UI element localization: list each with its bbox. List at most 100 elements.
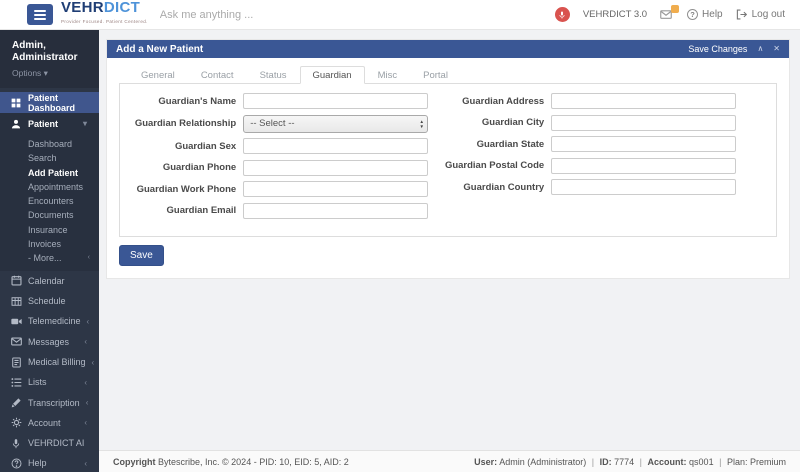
sidebar-item-telemedicine[interactable]: Telemedicine ‹	[0, 311, 99, 331]
user-options-dropdown[interactable]: Options ▾	[12, 68, 87, 79]
microphone-icon	[556, 11, 568, 19]
messages-button[interactable]	[660, 4, 680, 21]
sidebar-item-documents[interactable]: Documents	[0, 208, 99, 222]
sidebar: Admin, Administrator Options ▾ Patient D…	[0, 30, 99, 472]
calendar-icon	[10, 275, 22, 286]
sidebar-item-encounters[interactable]: Encounters	[0, 194, 99, 208]
guardian-country-label: Guardian Country	[463, 181, 545, 193]
user-icon	[10, 119, 22, 129]
help-link[interactable]: ? Help	[687, 9, 723, 20]
patient-form-tabs: General Contact Status Guardian Misc Por…	[119, 66, 777, 84]
logo-tagline: Provider Focused. Patient Centered.	[61, 19, 148, 24]
app-logo[interactable]: VEHRDICT Provider Focused. Patient Cente…	[61, 0, 148, 28]
user-role: Administrator	[12, 52, 78, 63]
tab-guardian[interactable]: Guardian	[299, 66, 365, 84]
tab-general[interactable]: General	[128, 66, 188, 84]
grid-icon	[10, 98, 22, 108]
chevron-left-icon: ‹	[87, 254, 90, 262]
guardian-relationship-select[interactable]: -- Select -- ▲ ▼	[243, 114, 428, 133]
guardian-address-label: Guardian Address	[462, 95, 545, 107]
guardian-postal-code-input[interactable]	[551, 157, 736, 174]
ask-anything-input[interactable]	[159, 8, 380, 21]
add-patient-panel: Add a New Patient Save Changes ∧ ✕ Gener…	[107, 40, 789, 278]
save-button[interactable]: Save	[119, 245, 164, 266]
logout-link[interactable]: Log out	[736, 9, 785, 20]
chevron-left-icon: ‹	[84, 337, 87, 347]
microphone-icon	[10, 438, 22, 449]
sidebar-item-appointments[interactable]: Appointments	[0, 180, 99, 194]
app-version-label: VEHRDICT 3.0	[582, 9, 648, 20]
top-navbar: VEHRDICT Provider Focused. Patient Cente…	[0, 0, 800, 30]
sign-out-icon	[736, 9, 748, 20]
sidebar-item-lists[interactable]: Lists ‹	[0, 372, 99, 392]
menu-toggle-button[interactable]	[27, 4, 53, 25]
chevron-left-icon: ‹	[84, 418, 87, 428]
sidebar-item-messages[interactable]: Messages ‹	[0, 332, 99, 352]
tab-misc[interactable]: Misc	[365, 66, 411, 84]
question-icon: ?	[687, 9, 699, 20]
footer-copyright: Copyright Bytescribe, Inc. © 2024 - PID:…	[113, 456, 349, 467]
sidebar-item-medical-billing[interactable]: Medical Billing ‹	[0, 352, 99, 372]
table-icon	[10, 296, 22, 307]
envelope-icon	[10, 337, 22, 346]
sidebar-item-add-patient[interactable]: Add Patient	[0, 166, 99, 180]
close-panel-icon[interactable]: ✕	[773, 45, 780, 53]
chevron-down-icon: ▾	[82, 119, 87, 128]
sidebar-item-schedule[interactable]: Schedule	[0, 291, 99, 311]
sidebar-item-more[interactable]: - More... ‹	[0, 251, 99, 265]
video-camera-icon	[10, 316, 22, 327]
tab-status[interactable]: Status	[247, 66, 300, 84]
sidebar-item-patient[interactable]: Patient ▾	[0, 113, 99, 134]
caret-down-icon: ▾	[43, 68, 48, 78]
form-right-column: Guardian Address Guardian City Guardian …	[428, 93, 736, 224]
tab-portal[interactable]: Portal	[410, 66, 461, 84]
guardian-phone-input[interactable]	[243, 159, 428, 176]
guardian-relationship-label: Guardian Relationship	[134, 118, 237, 129]
sidebar-section-patient: Patient ▾ Dashboard Search Add Patient A…	[0, 113, 99, 271]
guardian-work-phone-label: Guardian Work Phone	[136, 183, 237, 195]
guardian-email-input[interactable]	[243, 202, 428, 219]
sidebar-item-calendar[interactable]: Calendar	[0, 271, 99, 291]
page-title: Add a New Patient	[116, 43, 204, 55]
sidebar-item-account[interactable]: Account ‹	[0, 413, 99, 433]
collapse-panel-icon[interactable]: ∧	[757, 45, 763, 53]
sidebar-item-help[interactable]: Help ‹	[0, 453, 99, 472]
gear-icon	[10, 417, 22, 428]
sidebar-item-patient-dashboard[interactable]: Patient Dashboard	[0, 92, 99, 113]
pencil-icon	[10, 397, 22, 408]
patient-submenu: Dashboard Search Add Patient Appointment…	[0, 134, 99, 266]
guardian-name-input[interactable]	[243, 93, 428, 109]
guardian-city-label: Guardian City	[481, 117, 545, 128]
tab-contact[interactable]: Contact	[188, 66, 247, 84]
guardian-sex-input[interactable]	[243, 138, 428, 154]
guardian-country-input[interactable]	[551, 179, 736, 195]
chevron-left-icon: ‹	[84, 458, 87, 468]
guardian-state-label: Guardian State	[476, 138, 545, 150]
sidebar-item-dashboard[interactable]: Dashboard	[0, 137, 99, 151]
chevron-left-icon: ‹	[91, 357, 95, 367]
guardian-email-label: Guardian Email	[166, 205, 237, 216]
sidebar-item-search[interactable]: Search	[0, 151, 99, 165]
notification-badge	[671, 4, 680, 13]
user-name: Admin,	[12, 40, 46, 51]
form-left-column: Guardian's Name Guardian Relationship --…	[120, 93, 428, 224]
footer: Copyright Bytescribe, Inc. © 2024 - PID:…	[99, 450, 800, 472]
billing-icon	[10, 357, 22, 368]
sidebar-item-vehrdict-ai[interactable]: VEHRDICT AI	[0, 433, 99, 453]
hamburger-icon	[34, 9, 46, 20]
chevron-left-icon: ‹	[85, 398, 89, 408]
sidebar-item-transcription[interactable]: Transcription ‹	[0, 392, 99, 412]
guardian-city-input[interactable]	[551, 114, 736, 131]
ai-assistant-button[interactable]	[554, 7, 570, 22]
panel-body: General Contact Status Guardian Misc Por…	[107, 58, 789, 278]
help-label: Help	[702, 9, 723, 20]
select-arrows-icon: ▲ ▼	[419, 118, 424, 129]
chevron-left-icon: ‹	[84, 377, 87, 387]
sidebar-item-invoices[interactable]: Invoices	[0, 237, 99, 251]
guardian-state-input[interactable]	[551, 136, 736, 152]
chevron-left-icon: ‹	[86, 316, 90, 326]
guardian-work-phone-input[interactable]	[243, 181, 428, 197]
sidebar-item-insurance[interactable]: Insurance	[0, 223, 99, 237]
save-changes-button[interactable]: Save Changes	[688, 44, 747, 54]
guardian-address-input[interactable]	[551, 93, 736, 109]
